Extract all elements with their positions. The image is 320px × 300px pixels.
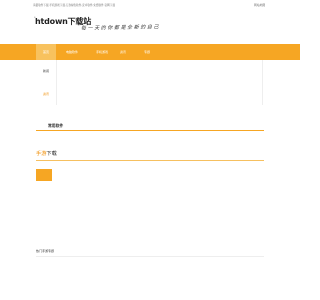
sitemap-link[interactable]: 网站地图 [254, 3, 265, 7]
nav-item-home[interactable]: 首页 [36, 44, 56, 60]
nav-item-news[interactable]: 资讯 [114, 44, 132, 60]
section-divider [36, 130, 264, 131]
top-bar-text: 海量软件下载,手机游戏下载,万款绿色软件,安卓软件,免费软件,官网下载 [33, 4, 115, 7]
news-divider [36, 160, 264, 161]
panel-divider [56, 60, 57, 105]
hot-topics-title: 热门手游专题 [36, 249, 55, 253]
top-bar: 海量软件下载,手机游戏下载,万款绿色软件,安卓软件,免费软件,官网下载 网站地图 [0, 0, 300, 12]
panel-divider-right [262, 60, 263, 105]
news-heading: 手游下载 [36, 150, 57, 157]
more-button[interactable] [36, 169, 52, 181]
nav-item-topics[interactable]: 专题 [137, 44, 157, 60]
news-heading-text: 下载 [46, 151, 57, 157]
category-panel: 新闻 资讯 [36, 60, 264, 105]
nav-item-pc-software[interactable]: 电脑软件 [58, 44, 86, 60]
panel-item-news[interactable]: 新闻 [36, 60, 56, 82]
main-navbar: 首页 电脑软件 手机游戏 资讯 专题 [0, 44, 300, 60]
hot-topics-divider [36, 256, 264, 257]
section-title-common-software: 常用软件 [48, 123, 64, 128]
nav-item-mobile-games[interactable]: 手机游戏 [88, 44, 116, 60]
news-heading-accent: 手游 [36, 151, 47, 157]
site-slogan: 每 一 天 的 你 都 是 全 新 的 自 己 [80, 24, 159, 32]
panel-item-info[interactable]: 资讯 [36, 83, 56, 105]
